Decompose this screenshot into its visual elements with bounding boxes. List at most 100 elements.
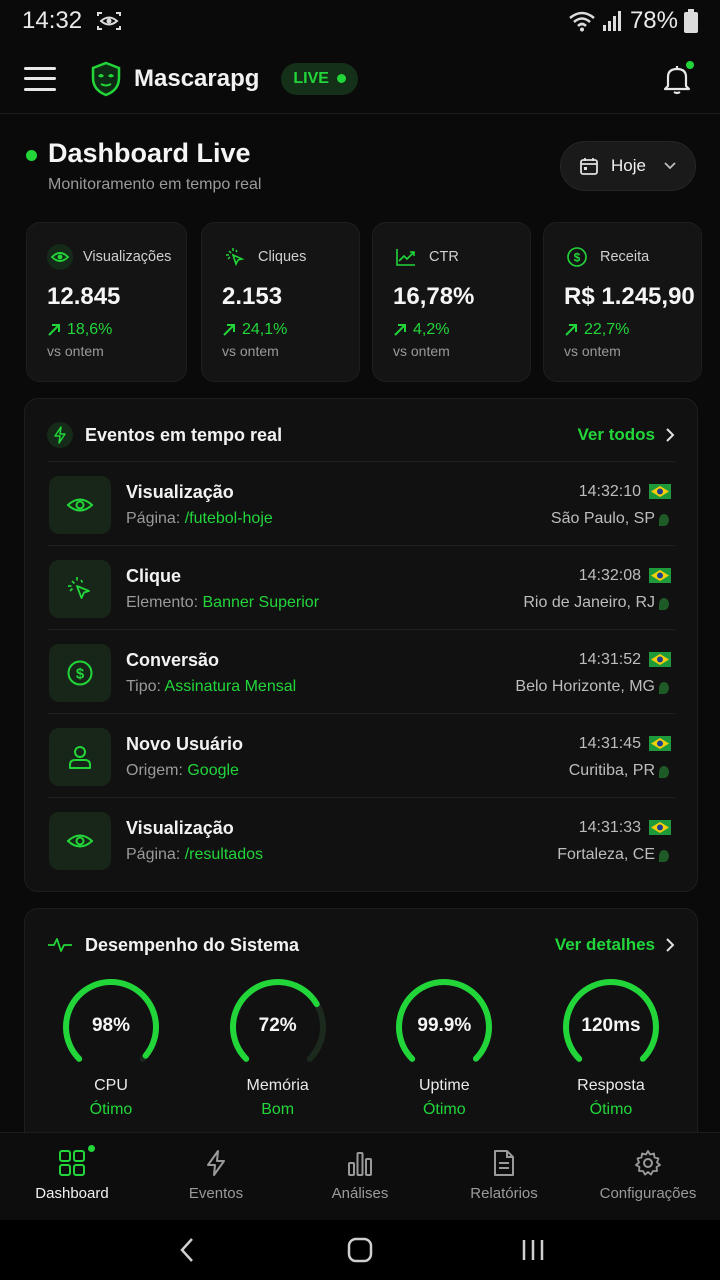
events-panel: Eventos em tempo real Ver todos Visualiz… (24, 398, 698, 892)
metric-card-views[interactable]: Visualizações 12.845 18,6% vs ontem (26, 222, 187, 382)
live-label: LIVE (293, 69, 329, 87)
location-pin-icon (659, 850, 669, 862)
menu-button[interactable] (24, 66, 56, 91)
event-time: 14:31:52 (578, 651, 641, 668)
date-filter-dropdown[interactable]: Hoje (560, 141, 696, 191)
brazil-flag-icon (649, 568, 671, 583)
event-row[interactable]: Visualização Página: /resultados 14:31:3… (47, 797, 675, 881)
nav-active-dot (88, 1145, 95, 1152)
metric-comparison: vs ontem (393, 343, 450, 359)
svg-text:$: $ (574, 251, 581, 265)
gauge-memory: 72% Memória Bom (225, 977, 331, 1127)
calendar-icon (580, 158, 598, 175)
eye-icon (49, 476, 111, 534)
live-badge: LIVE (281, 62, 358, 95)
chevron-down-icon (664, 162, 676, 170)
metric-comparison: vs ontem (47, 343, 104, 359)
status-time: 14:32 (22, 7, 83, 34)
location-pin-icon (659, 598, 669, 610)
arrow-up-right-icon (394, 324, 406, 336)
event-row[interactable]: Visualização Página: /futebol-hoje 14:32… (47, 461, 675, 545)
events-panel-title: Eventos em tempo real (85, 424, 283, 445)
location-pin-icon (659, 682, 669, 694)
grid-icon (59, 1150, 85, 1176)
event-sub-value: Banner Superior (202, 594, 320, 611)
battery-icon (684, 9, 698, 33)
metric-label: Cliques (258, 249, 307, 265)
page-title: Dashboard Live (48, 138, 251, 168)
gauge-label: Uptime (418, 1077, 470, 1094)
location-pin-icon (659, 514, 669, 526)
live-status-dot (26, 150, 37, 161)
location-pin-icon (659, 766, 669, 778)
view-all-label: Ver todos (577, 425, 655, 444)
system-recents-button[interactable] (513, 1230, 553, 1270)
gauge-response: 120ms Resposta Ótimo (558, 977, 664, 1127)
nav-dashboard[interactable]: Dashboard (0, 1133, 144, 1220)
dollar-icon: $ (49, 644, 111, 702)
system-home-button[interactable] (340, 1230, 380, 1270)
app-title: Mascarapg (134, 64, 260, 92)
bar-chart-icon (348, 1152, 372, 1176)
arrow-up-right-icon (48, 324, 60, 336)
metric-card-ctr[interactable]: CTR 16,78% 4,2% vs ontem (372, 222, 531, 382)
app-header: Mascarapg LIVE (0, 44, 720, 114)
eye-icon (49, 812, 111, 870)
user-icon (49, 728, 111, 786)
metric-value: R$ 1.245,90 (564, 283, 695, 310)
view-details-link[interactable]: Ver detalhes (555, 935, 675, 955)
event-time: 14:32:10 (578, 483, 641, 500)
eye-icon (47, 244, 73, 270)
system-back-button[interactable] (167, 1230, 207, 1270)
metrics-row: Visualizações 12.845 18,6% vs ontem Cliq… (26, 222, 702, 382)
event-location: Fortaleza, CE (557, 846, 655, 863)
wifi-icon (569, 11, 595, 32)
back-chevron-icon (179, 1238, 193, 1262)
metric-label: Visualizações (83, 249, 172, 265)
notification-dot (686, 60, 694, 69)
event-location: Belo Horizonte, MG (515, 678, 655, 695)
event-title: Visualização (126, 482, 234, 502)
event-sub-value: /resultados (184, 846, 263, 863)
notifications-button[interactable] (662, 60, 694, 95)
signal-icon (602, 11, 621, 31)
event-sub-value: Assinatura Mensal (164, 678, 297, 695)
event-title: Clique (126, 566, 182, 586)
metric-label: Receita (600, 249, 650, 265)
eye-comfort-icon (97, 12, 122, 30)
gauge-uptime: 99.9% Uptime Ótimo (391, 977, 497, 1127)
event-location: Rio de Janeiro, RJ (523, 594, 655, 611)
metric-value: 2.153 (222, 283, 283, 310)
metric-card-revenue[interactable]: $ Receita R$ 1.245,90 22,7% vs ontem (543, 222, 702, 382)
view-all-link[interactable]: Ver todos (578, 425, 675, 445)
status-bar: 14:32 78% (0, 0, 720, 42)
gauge-label: CPU (94, 1077, 128, 1094)
menu-bar (24, 66, 56, 70)
event-sub-value: Google (187, 762, 239, 779)
arrow-up-right-icon (223, 324, 235, 336)
gauge-value: 72% (258, 1015, 297, 1036)
nav-reports[interactable]: Relatórios (432, 1133, 576, 1220)
gauge-status: Ótimo (422, 1101, 466, 1118)
nav-settings[interactable]: Configurações (576, 1133, 720, 1220)
metric-comparison: vs ontem (564, 343, 621, 359)
metric-change: 18,6% (67, 321, 113, 338)
metric-change: 22,7% (584, 321, 630, 338)
event-row[interactable]: $ Conversão Tipo: Assinatura Mensal 14:3… (47, 629, 675, 713)
gauge-label: Memória (246, 1077, 309, 1094)
event-sub-label: Tipo: (126, 678, 161, 695)
metric-card-clicks[interactable]: Cliques 2.153 24,1% vs ontem (201, 222, 360, 382)
gauge-label: Resposta (577, 1077, 645, 1094)
event-sub-label: Página: (126, 846, 181, 863)
chevron-right-icon (666, 428, 675, 442)
event-time: 14:31:33 (578, 819, 641, 836)
gauges-row: 98% CPU Ótimo 72% Memória Bom 99.9% Upti… (45, 977, 677, 1127)
event-location: São Paulo, SP (550, 510, 655, 527)
nav-events[interactable]: Eventos (144, 1133, 288, 1220)
trend-line-icon (393, 244, 419, 270)
pulse-icon (47, 932, 73, 958)
event-row[interactable]: Clique Elemento: Banner Superior 14:32:0… (47, 545, 675, 629)
performance-panel: Desempenho do Sistema Ver detalhes 98% C… (24, 908, 698, 1148)
event-row[interactable]: Novo Usuário Origem: Google 14:31:45 Cur… (47, 713, 675, 797)
nav-analytics[interactable]: Análises (288, 1133, 432, 1220)
